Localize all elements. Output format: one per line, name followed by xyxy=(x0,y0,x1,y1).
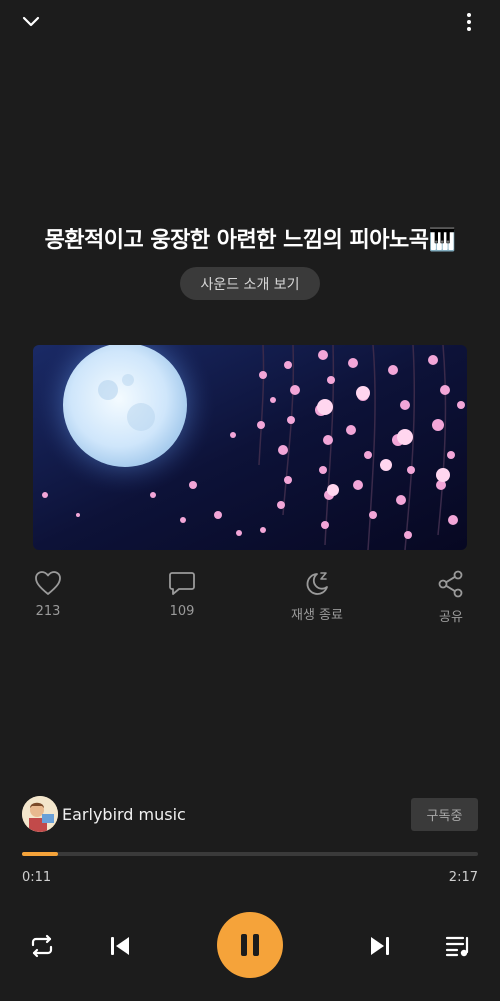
artwork-image xyxy=(33,345,467,550)
comment-count: 109 xyxy=(169,604,195,619)
repeat-icon xyxy=(31,934,53,958)
artist-name[interactable]: Earlybird music xyxy=(62,805,186,824)
repeat-button[interactable] xyxy=(26,930,58,962)
moon-sleep-icon xyxy=(306,572,328,595)
sound-intro-button[interactable]: 사운드 소개 보기 xyxy=(180,267,320,300)
progress-bar[interactable] xyxy=(22,852,478,856)
skip-previous-icon xyxy=(111,937,129,955)
skip-next-icon xyxy=(371,937,389,955)
sleep-timer-label: 재생 종료 xyxy=(291,608,343,623)
share-button[interactable]: 공유 xyxy=(411,570,491,625)
previous-button[interactable] xyxy=(104,930,136,962)
pause-icon xyxy=(241,934,259,956)
track-title: 몽환적이고 웅장한 아련한 느낌의 피아노곡🎹 xyxy=(44,228,456,253)
sleep-timer-button[interactable]: 재생 종료 xyxy=(277,570,357,623)
current-time: 0:11 xyxy=(22,870,52,885)
like-button[interactable]: 213 xyxy=(8,570,88,619)
avatar[interactable] xyxy=(22,796,58,832)
more-options-button[interactable] xyxy=(456,8,482,36)
artist-row: Earlybird music 구독중 xyxy=(22,796,478,832)
more-vertical-icon xyxy=(467,13,471,31)
playlist-icon xyxy=(445,936,469,957)
artist-avatar-image xyxy=(22,796,58,832)
album-artwork xyxy=(33,345,467,550)
comment-icon xyxy=(169,572,195,595)
next-button[interactable] xyxy=(364,930,396,962)
heart-icon xyxy=(35,571,61,595)
subscribe-button[interactable]: 구독중 xyxy=(411,798,478,831)
chevron-down-icon xyxy=(22,16,40,27)
playlist-button[interactable] xyxy=(442,930,474,962)
like-count: 213 xyxy=(35,604,61,619)
comment-button[interactable]: 109 xyxy=(142,570,222,619)
collapse-button[interactable] xyxy=(14,8,48,36)
share-label: 공유 xyxy=(439,610,463,625)
progress-fill xyxy=(22,852,59,856)
share-icon xyxy=(438,570,463,598)
total-time: 2:17 xyxy=(448,870,478,885)
pause-button[interactable] xyxy=(217,912,283,978)
